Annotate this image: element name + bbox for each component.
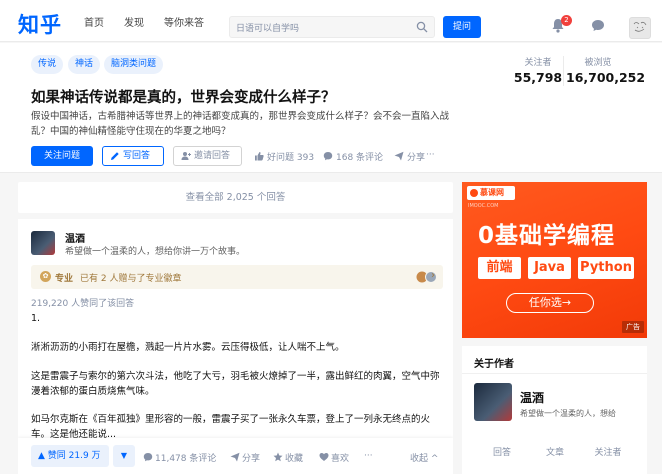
ad-title: 0基础学编程	[478, 223, 616, 249]
nav-link-home[interactable]: 首页	[84, 14, 104, 29]
author-stat-followers[interactable]: 关注者	[588, 445, 628, 458]
collect-button[interactable]: 收藏	[273, 451, 303, 464]
answer-paragraph: 这是雷震子与索尔的第六次斗法，他吃了大亏，羽毛被火燎掉了一半，露出鲜红的肉翼，空…	[31, 371, 440, 397]
user-avatar[interactable]	[629, 17, 651, 39]
share-question-label: 分享	[407, 153, 426, 163]
ad-brand-name: 慕课网	[480, 188, 504, 197]
topic-tag[interactable]: 神话	[68, 55, 101, 74]
ad-brand-sub: IMOOC.COM	[468, 203, 499, 209]
author-bio: 希望做一个温柔的人，想给	[520, 409, 616, 418]
author-stat-answers[interactable]: 回答	[482, 445, 522, 458]
question-title: 如果神话传说都是真的，世界会变成什么样子？	[31, 90, 336, 106]
collapse-button[interactable]: 收起 ^	[410, 451, 438, 464]
message-icon[interactable]	[591, 19, 605, 32]
divider	[462, 373, 647, 374]
thumbs-up-icon	[255, 152, 264, 161]
author-stat-articles[interactable]: 文章	[535, 445, 575, 458]
nav-link-discover[interactable]: 发现	[124, 14, 144, 29]
question-detail: 假设中国神话，古希腊神话等世界上的神话都变成真的，那世界会变成什么样子？会不会一…	[31, 111, 450, 137]
collect-label: 收藏	[285, 454, 304, 464]
ad-chip: Python	[578, 257, 634, 279]
answer-author-bio: 希望做一个温柔的人，想给你讲一万个故事。	[65, 247, 246, 257]
zhihu-logo[interactable]: 知乎	[18, 9, 62, 39]
followers-count[interactable]: 55,798	[512, 70, 564, 85]
search-placeholder: 日语可以自学吗	[236, 24, 300, 34]
pencil-icon	[111, 152, 119, 160]
invite-answer-button[interactable]: 邀请回答	[173, 146, 242, 166]
chevron-right-icon: ›	[431, 270, 435, 281]
author-avatar[interactable]	[474, 383, 512, 421]
follow-question-button[interactable]: 关注问题	[31, 146, 93, 166]
share-icon	[394, 151, 404, 161]
view-all-answers-link[interactable]: 查看全部 2,025 个回答	[18, 182, 453, 213]
answer-author-avatar[interactable]	[31, 231, 55, 255]
question-comments-label: 168 条评论	[336, 153, 384, 163]
ad-cta-button[interactable]: 任你选→	[506, 293, 594, 313]
answer-paragraph: 1.	[31, 313, 41, 324]
comment-icon	[143, 453, 153, 462]
pro-badge-text: 已有 2 人赠与了专业徽章	[80, 274, 182, 284]
pro-label: 专业	[55, 274, 74, 284]
question-comments-button[interactable]: 168 条评论	[323, 150, 383, 163]
ad-tag: 广告	[622, 321, 644, 333]
author-name[interactable]: 温酒	[520, 389, 544, 406]
more-question-button[interactable]: ···	[426, 150, 435, 160]
answer-comments-button[interactable]: 11,478 条评论	[143, 451, 216, 464]
good-question-button[interactable]: 好问题 393	[254, 150, 314, 163]
answer-more-button[interactable]: ···	[364, 451, 373, 461]
ad-chip: 前端	[478, 257, 521, 279]
good-question-label: 好问题 393	[267, 153, 315, 163]
views-label: 被浏览	[584, 58, 612, 68]
question-header: 传说 神话 脑洞类问题 关注者 55,798 被浏览 16,700,252 如果…	[0, 43, 662, 173]
invite-answer-label: 邀请回答	[194, 151, 231, 161]
star-icon	[273, 452, 283, 462]
avatar-sketch-icon	[633, 21, 647, 32]
answer-action-bar: ▲ 赞同 21.9 万 ▼ 11,478 条评论 分享 收藏 喜欢 ··· 收起…	[18, 438, 453, 474]
pro-badge-icon: ✿	[40, 271, 51, 282]
search-icon[interactable]	[416, 21, 428, 33]
search-input[interactable]: 日语可以自学吗	[229, 16, 435, 38]
upvote-button[interactable]: ▲ 赞同 21.9 万	[31, 445, 109, 467]
about-author-title: 关于作者	[474, 359, 514, 370]
nav-link-waiting[interactable]: 等你来答	[164, 14, 204, 29]
answer-card: 温酒 希望做一个温柔的人，想给你讲一万个故事。 ✿ 专业 已有 2 人赠与了专业…	[18, 219, 453, 474]
ad-brand-logo: 慕课网	[467, 186, 515, 200]
stat-divider	[563, 56, 564, 86]
answer-paragraph: 淅淅沥沥的小雨打在屋檐，溅起一片片水雾。云压得极低，让人喘不上气。	[31, 342, 345, 353]
downvote-button[interactable]: ▼	[113, 445, 135, 467]
write-answer-button[interactable]: 写回答	[102, 146, 164, 166]
notification-badge: 2	[561, 15, 572, 26]
answer-author-name[interactable]: 温酒	[65, 230, 85, 245]
share-icon	[230, 452, 240, 462]
heart-icon	[319, 453, 329, 461]
ask-button[interactable]: 提问	[443, 16, 481, 38]
topic-tag[interactable]: 脑洞类问题	[104, 55, 164, 74]
answer-comments-label: 11,478 条评论	[155, 454, 217, 464]
topic-tag[interactable]: 传说	[31, 55, 64, 74]
answer-share-label: 分享	[242, 454, 261, 464]
invite-user-icon	[181, 152, 191, 160]
sidebar-ad-banner[interactable]: 慕课网 IMOOC.COM 0基础学编程 前端 Java Python 任你选→…	[462, 182, 647, 338]
pro-badge-bar[interactable]: ✿ 专业 已有 2 人赠与了专业徽章 ›	[31, 265, 443, 289]
comment-icon	[323, 152, 333, 161]
views-count: 16,700,252	[566, 70, 646, 85]
about-author-card: 关于作者 温酒 希望做一个温柔的人，想给 回答 文章 关注者	[462, 346, 647, 474]
ad-chip: Java	[528, 257, 571, 279]
like-label: 喜欢	[331, 454, 350, 464]
followers-label: 关注者	[524, 58, 552, 68]
brand-dot-icon	[470, 189, 478, 197]
write-answer-label: 写回答	[123, 151, 151, 161]
answer-share-button[interactable]: 分享	[230, 451, 260, 464]
agree-count: 219,220 人赞同了该回答	[31, 299, 135, 309]
share-question-button[interactable]: 分享	[394, 150, 425, 163]
top-nav: 知乎 首页 发现 等你来答 日语可以自学吗 提问 2	[0, 0, 662, 42]
like-button[interactable]: 喜欢	[319, 451, 349, 464]
